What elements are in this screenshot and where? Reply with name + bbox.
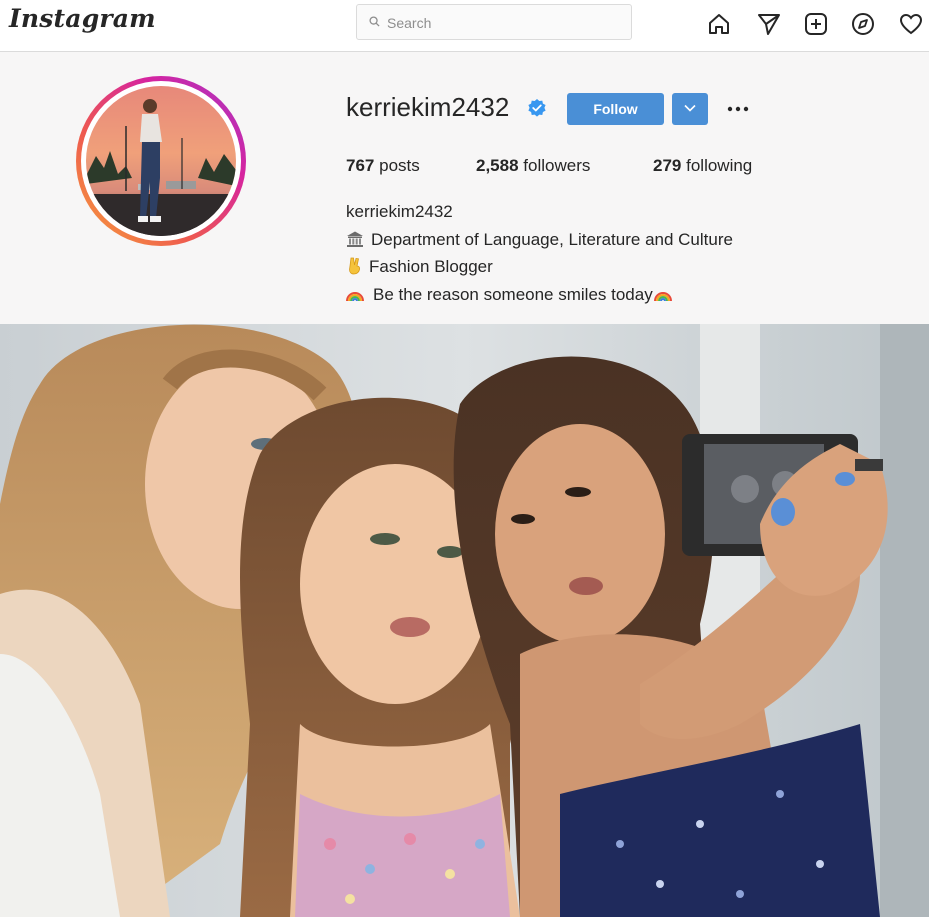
profile-header: kerriekim2432 Follow 767 posts 2,588 fol…: [0, 52, 929, 324]
bio-smile-text: Be the reason someone smiles today: [373, 285, 653, 304]
rainbow-icon: [346, 292, 364, 302]
bio-line-smile: Be the reason someone smiles today: [346, 285, 679, 305]
posts-count-value: 767: [346, 156, 375, 175]
post-photo[interactable]: [0, 324, 929, 917]
bio-department-text: Department of Language, Literature and C…: [371, 230, 733, 249]
search-input[interactable]: [385, 13, 619, 33]
avatar[interactable]: [76, 76, 246, 246]
posts-count: 767 posts: [346, 156, 420, 176]
follow-button[interactable]: Follow: [567, 93, 664, 125]
more-options-icon[interactable]: [724, 96, 752, 122]
bio-name: kerriekim2432: [346, 202, 453, 221]
following-count[interactable]: 279 following: [653, 156, 752, 176]
suggested-accounts-button[interactable]: [672, 93, 708, 125]
following-count-value: 279: [653, 156, 682, 175]
following-count-label: following: [686, 156, 753, 175]
classical-building-icon: [347, 231, 363, 247]
activity-heart-icon[interactable]: [898, 11, 924, 37]
rainbow-icon: [653, 292, 672, 302]
bio-line-blogger: Fashion Blogger: [346, 257, 493, 277]
victory-hand-icon: [349, 257, 361, 275]
followers-count-label: followers: [523, 156, 591, 175]
bio-blogger-text: Fashion Blogger: [369, 257, 493, 276]
chevron-down-icon: [684, 104, 696, 112]
direct-send-icon[interactable]: [756, 11, 782, 37]
followers-count[interactable]: 2,588 followers: [476, 156, 590, 176]
verified-badge-icon: [528, 99, 546, 117]
search-icon: [369, 16, 380, 27]
profile-username: kerriekim2432: [346, 92, 510, 122]
avatar-photo: [86, 86, 236, 236]
instagram-logo[interactable]: Instagram: [9, 4, 156, 33]
top-navigation-bar: Instagram: [0, 0, 929, 52]
search-box[interactable]: [356, 4, 632, 40]
home-icon[interactable]: [706, 11, 732, 37]
new-post-icon[interactable]: [803, 11, 829, 37]
posts-count-label: posts: [379, 156, 420, 175]
bio-line-department: Department of Language, Literature and C…: [346, 230, 733, 250]
followers-count-value: 2,588: [476, 156, 519, 175]
explore-icon[interactable]: [850, 11, 876, 37]
